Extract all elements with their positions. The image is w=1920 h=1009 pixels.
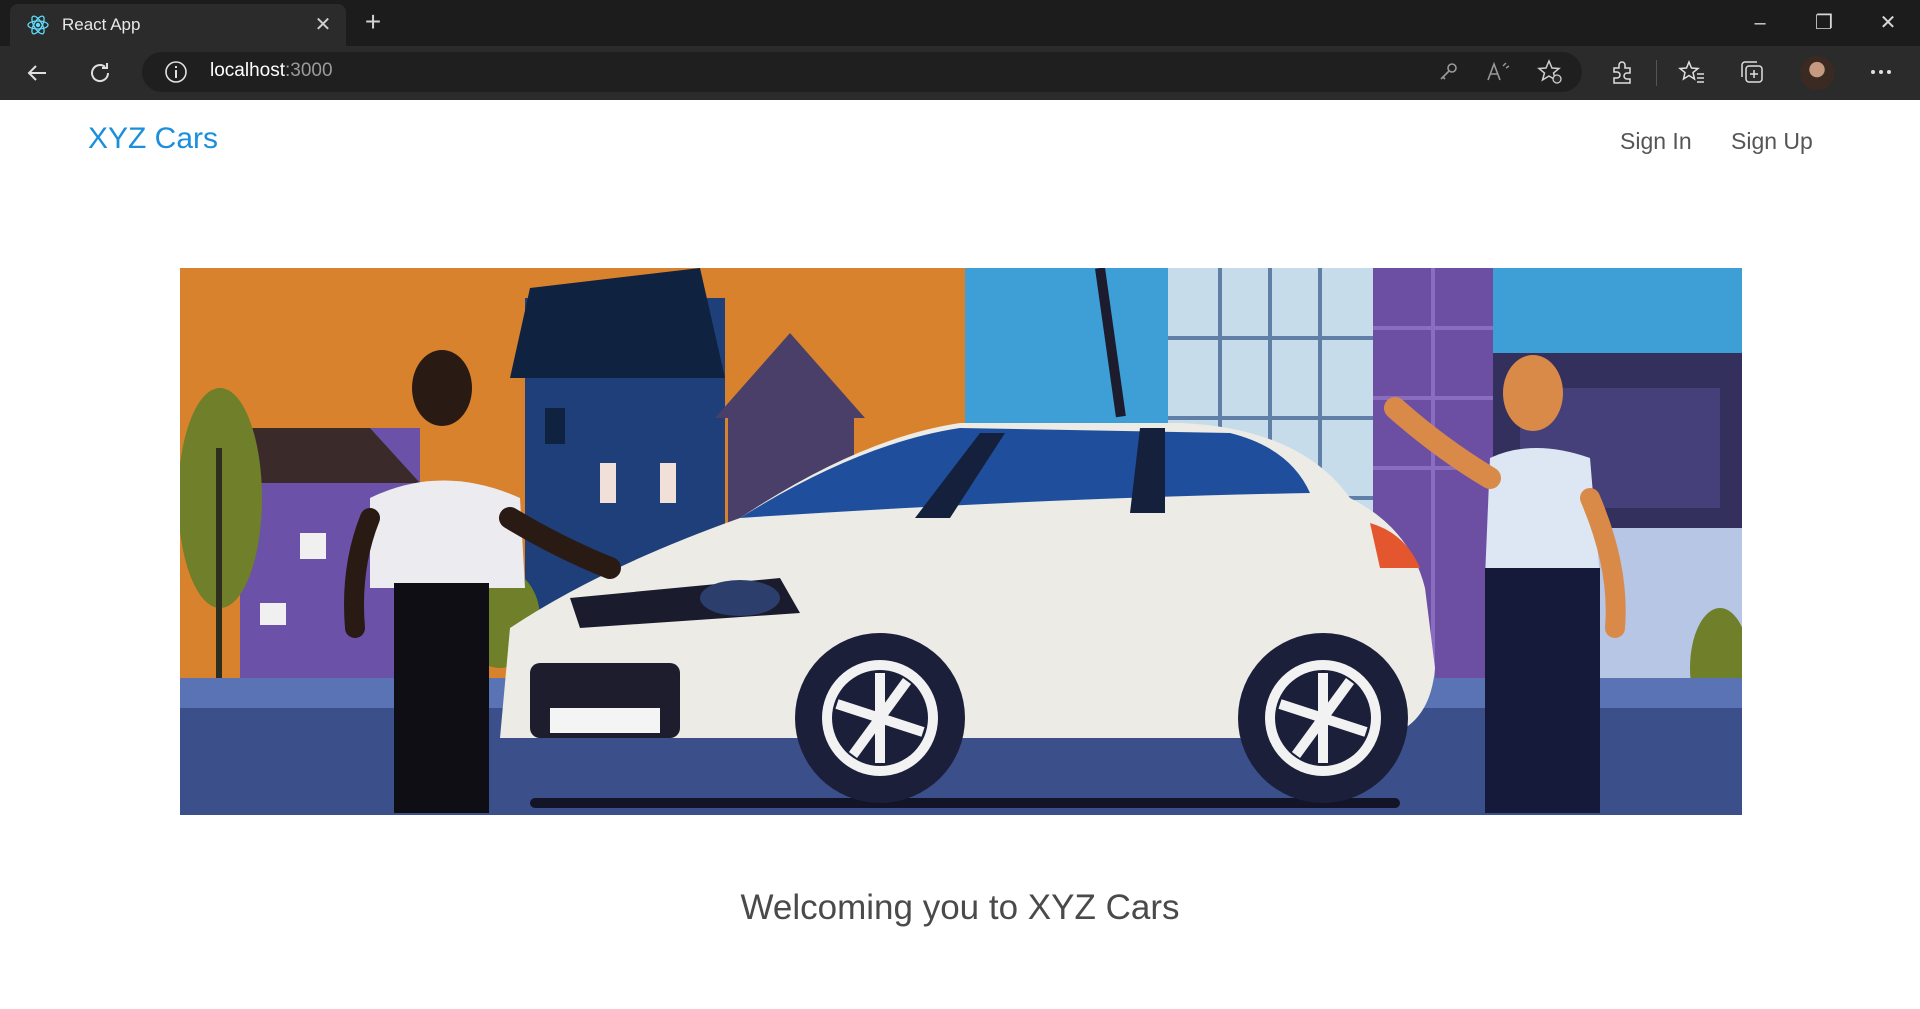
read-aloud-icon[interactable] — [1486, 60, 1512, 84]
toolbar-separator — [1656, 60, 1657, 86]
collections-icon[interactable] — [1738, 58, 1766, 86]
sign-in-link[interactable]: Sign In — [1620, 128, 1692, 155]
more-icon[interactable] — [1868, 60, 1894, 84]
restore-icon[interactable]: ❐ — [1794, 6, 1854, 40]
tab-close-icon[interactable]: ✕ — [310, 12, 336, 38]
favorites-icon[interactable] — [1678, 58, 1706, 86]
tab-title: React App — [62, 15, 141, 34]
welcome-heading: Welcoming you to XYZ Cars — [740, 888, 1180, 927]
refresh-icon[interactable] — [86, 59, 114, 87]
brand-logo-link[interactable]: XYZ Cars — [88, 122, 218, 156]
key-icon[interactable] — [1436, 60, 1460, 84]
profile-avatar[interactable] — [1800, 56, 1834, 90]
address-bar[interactable] — [142, 52, 1582, 92]
window-close-icon[interactable]: ✕ — [1858, 6, 1918, 40]
info-icon[interactable] — [164, 60, 188, 84]
url-text[interactable]: localhost:3000 — [210, 60, 333, 82]
new-tab-plus-icon[interactable]: + — [358, 8, 388, 38]
extensions-icon[interactable] — [1608, 58, 1636, 86]
sign-up-link[interactable]: Sign Up — [1731, 128, 1813, 155]
hero-car-illustration — [180, 268, 1742, 815]
react-favicon-icon — [27, 15, 49, 35]
browser-tab[interactable]: React App ✕ — [10, 4, 346, 46]
favorite-add-icon[interactable] — [1536, 58, 1564, 86]
minimize-icon[interactable]: – — [1730, 6, 1790, 40]
browser-tab-strip: React App ✕ + – ❐ ✕ — [0, 0, 1920, 46]
back-arrow-icon[interactable] — [24, 59, 52, 87]
